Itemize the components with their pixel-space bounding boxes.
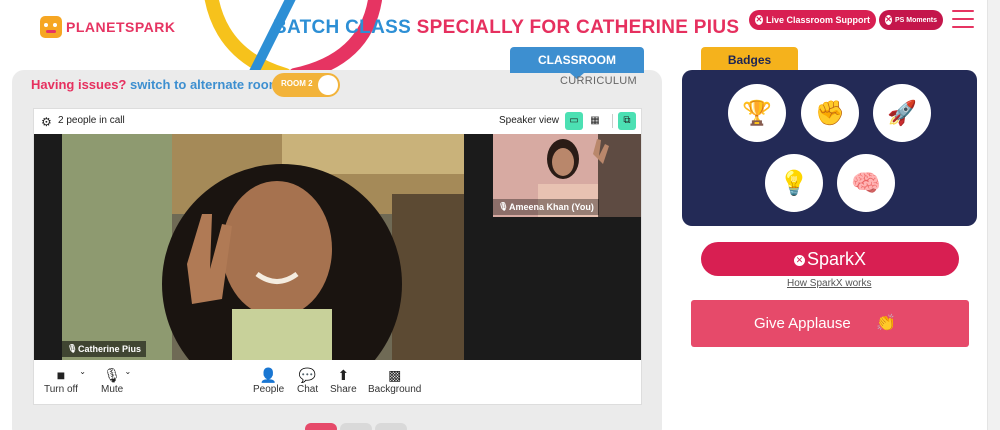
switch-room-link[interactable]: switch to alternate room <box>130 77 280 92</box>
self-participant-name: Ameena Khan (You) <box>509 202 594 212</box>
camera-icon: ■ <box>56 367 66 383</box>
chat-bubble-icon: 💬 <box>298 367 317 383</box>
live-support-label: Live Classroom Support <box>765 15 870 25</box>
people-button[interactable]: 👤 People <box>253 366 284 395</box>
sparkx-button[interactable]: ✕ SparkX <box>701 242 959 276</box>
gear-icon[interactable]: ⚙ <box>41 115 52 129</box>
hamburger-menu-icon[interactable] <box>952 10 974 30</box>
mute-button[interactable]: 🎙 ⌄ Mute <box>101 366 131 395</box>
close-circle-icon: ✕ <box>755 15 763 25</box>
person-icon: 👤 <box>259 367 278 383</box>
chat-button[interactable]: 💬 Chat <box>297 366 318 395</box>
speaker-view-icon[interactable]: ▭ <box>565 112 583 130</box>
main-video-feed: 🎙 Catherine Pius <box>62 134 464 360</box>
page-dot-active[interactable] <box>305 423 337 430</box>
page-dot[interactable] <box>375 423 407 430</box>
camera-toggle-button[interactable]: ■ ⌄ Turn off <box>44 366 86 395</box>
logo-text: PLANETSPARK <box>66 19 176 35</box>
chat-label: Chat <box>297 384 319 395</box>
main-participant-tag: 🎙 Catherine Pius <box>62 341 147 357</box>
background-label: Background <box>368 384 422 395</box>
ps-moments-label: PS Moments <box>894 16 937 24</box>
call-controls: ■ ⌄ Turn off 🎙 ⌄ Mute 👤 People 💬 Chat ⬆ … <box>34 360 641 404</box>
ps-moments-button[interactable]: ✕ PS Moments <box>879 10 943 30</box>
issue-question: Having issues? <box>31 77 127 92</box>
alternate-room-prompt: Having issues? switch to alternate room <box>31 77 280 92</box>
picture-in-picture-icon[interactable]: ⧉ <box>618 112 636 130</box>
how-sparkx-works-link[interactable]: How SparkX works <box>787 278 871 289</box>
badges-panel: 🏆 ✊ 🚀 💡 🧠 <box>682 70 977 226</box>
planetspark-logo[interactable]: PLANETSPARK <box>40 16 175 38</box>
mute-label: Mute <box>101 384 124 395</box>
trophy-badge-icon[interactable]: 🏆 <box>728 84 786 142</box>
pagination-dots <box>305 423 407 430</box>
share-label: Share <box>330 384 357 395</box>
live-support-button[interactable]: ✕ Live Classroom Support <box>749 10 876 30</box>
share-screen-icon: ⬆ <box>337 367 350 383</box>
page-dot[interactable] <box>340 423 372 430</box>
tab-classroom[interactable]: CLASSROOM <box>510 47 644 79</box>
divider <box>612 114 613 128</box>
grid-view-icon[interactable]: ▦ <box>586 112 604 130</box>
clapping-hands-icon: 👏 <box>876 315 896 332</box>
main-participant-name: Catherine Pius <box>78 344 142 354</box>
tab-curriculum[interactable]: CURRICULUM <box>560 75 637 87</box>
close-circle-icon: ✕ <box>885 15 892 25</box>
people-label: People <box>253 384 285 395</box>
people-count: 2 people in call <box>58 115 125 126</box>
main-video-image <box>62 134 464 360</box>
speaker-view-label: Speaker view <box>499 115 560 126</box>
microphone-icon: 🎙 <box>67 344 78 353</box>
self-video-feed[interactable]: 🎙 Ameena Khan (You) <box>493 134 641 217</box>
video-call: ⚙ 2 people in call Speaker view ▭ ▦ ⧉ 🎙 … <box>33 108 642 405</box>
microphone-icon: 🎙 <box>103 367 121 383</box>
title-student-name: SPECIALLY FOR CATHERINE PIUS <box>416 17 740 38</box>
video-stage: 🎙 Catherine Pius 🎙 Ameena Khan (You) <box>34 134 641 360</box>
room-toggle[interactable]: ROOM 2 <box>272 73 340 97</box>
robot-logo-icon <box>40 16 62 38</box>
sparkx-label: SparkX <box>806 249 867 269</box>
give-applause-label: Give Applause <box>754 315 851 332</box>
background-icon: ▩ <box>388 367 402 383</box>
self-participant-tag: 🎙 Ameena Khan (You) <box>493 199 599 215</box>
microphone-icon: 🎙 <box>498 202 509 211</box>
camera-label: Turn off <box>44 384 78 395</box>
scrollbar[interactable] <box>987 0 1000 430</box>
share-button[interactable]: ⬆ Share <box>330 366 357 395</box>
fist-badge-icon[interactable]: ✊ <box>801 84 859 142</box>
chevron-down-icon[interactable]: ⌄ <box>79 367 86 376</box>
toggle-knob <box>318 75 338 95</box>
page-title: BATCH CLASS SPECIALLY FOR CATHERINE PIUS <box>273 17 739 39</box>
rocket-badge-icon[interactable]: 🚀 <box>873 84 931 142</box>
background-button[interactable]: ▩ Background <box>368 366 421 395</box>
title-batch-class: BATCH CLASS <box>273 17 412 38</box>
lightbulb-badge-icon[interactable]: 💡 <box>765 154 823 212</box>
call-header: ⚙ 2 people in call Speaker view ▭ ▦ ⧉ <box>34 109 641 134</box>
give-applause-button[interactable]: Give Applause 👏 <box>691 300 969 347</box>
page: PLANETSPARK BATCH CLASS SPECIALLY FOR CA… <box>0 0 1000 430</box>
chevron-down-icon[interactable]: ⌄ <box>125 367 132 376</box>
brain-badge-icon[interactable]: 🧠 <box>837 154 895 212</box>
close-circle-icon: ✕ <box>793 255 805 266</box>
room-toggle-label: ROOM 2 <box>281 79 313 88</box>
